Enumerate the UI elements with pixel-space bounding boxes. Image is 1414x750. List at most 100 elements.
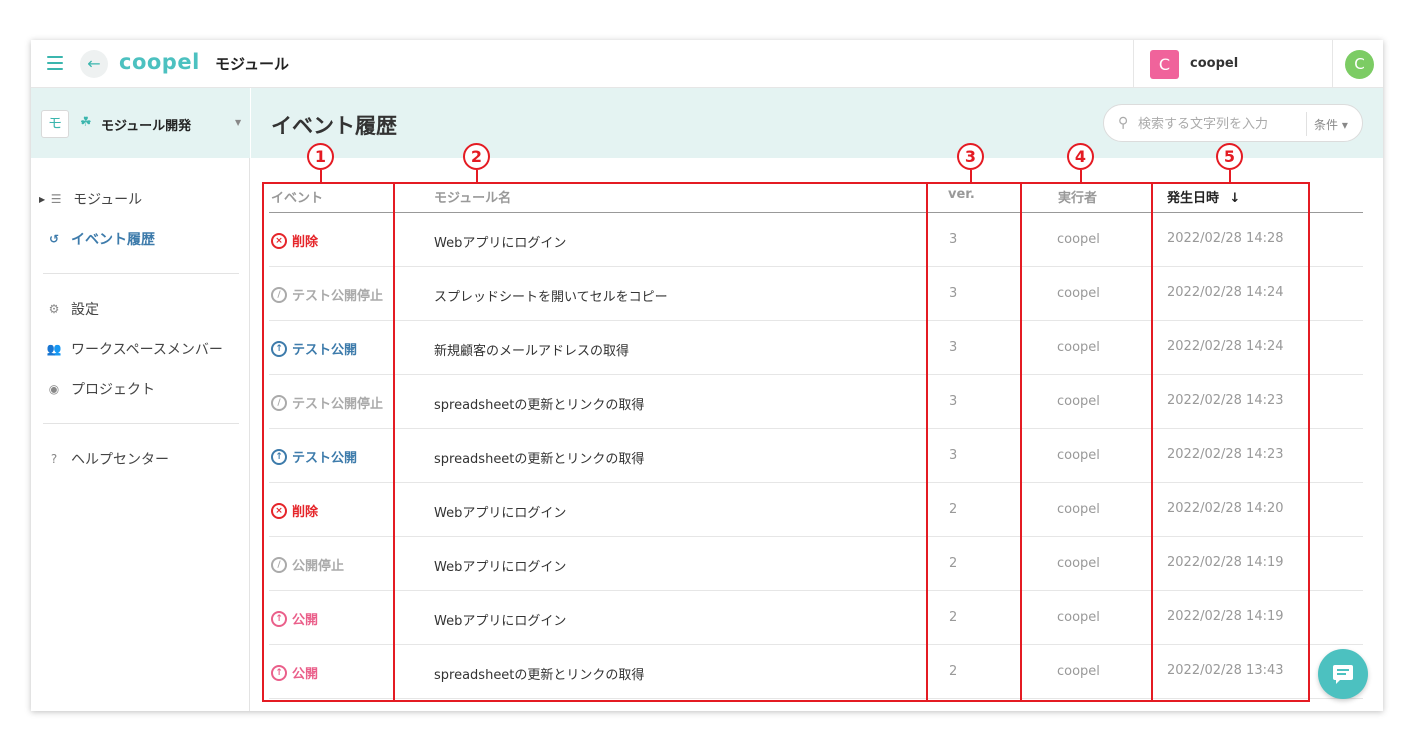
version-cell: 2 bbox=[949, 502, 958, 517]
module-name-cell[interactable]: spreadsheetの更新とリンクの取得 bbox=[434, 448, 644, 467]
users-icon: 👥 bbox=[46, 342, 62, 356]
date-cell: 2022/02/28 13:43 bbox=[1167, 663, 1284, 678]
workspace-switcher[interactable]: C coopel bbox=[1133, 40, 1333, 88]
event-delete-icon: × bbox=[271, 232, 287, 249]
table-row[interactable]: / テスト公開停止 spreadsheetの更新とリンクの取得 3 coopel 2022… bbox=[269, 375, 1363, 429]
event-label: 公開停止 bbox=[292, 559, 345, 574]
event-cell: / テスト公開停止 bbox=[271, 285, 383, 304]
sidebar-item-settings[interactable]: ⚙ 設定 bbox=[43, 299, 99, 319]
module-name-cell[interactable]: spreadsheetの更新とリンクの取得 bbox=[434, 664, 644, 683]
sidebar-item-projects[interactable]: ◉ プロジェクト bbox=[43, 379, 155, 399]
condition-filter-button[interactable]: 条件 ▾ bbox=[1314, 116, 1348, 133]
runner-cell: coopel bbox=[1057, 394, 1100, 409]
app-logo[interactable]: coopel bbox=[119, 50, 200, 74]
table-row[interactable]: / テスト公開停止 スプレッドシートを開いてセルをコピー 3 coopel 2022/02… bbox=[269, 267, 1363, 321]
module-name-cell[interactable]: スプレッドシートを開いてセルをコピー bbox=[434, 286, 668, 305]
event-cell: ↑ テスト公開 bbox=[271, 447, 357, 466]
annotation-line bbox=[970, 170, 972, 183]
event-stop-icon: / bbox=[271, 556, 287, 573]
table-row[interactable]: / 公開停止 Webアプリにログイン 2 coopel 2022/02/28 14:19 bbox=[269, 537, 1363, 591]
help-icon: ? bbox=[50, 452, 58, 466]
sort-arrow-icon: ↓ bbox=[1229, 191, 1241, 206]
version-cell: 3 bbox=[949, 394, 958, 409]
sidebar-item-label: モジュール bbox=[73, 192, 143, 208]
sidebar-item-label: ヘルプセンター bbox=[71, 452, 169, 468]
table-row[interactable]: ↑ テスト公開 新規顧客のメールアドレスの取得 3 coopel 2022/02/28 1… bbox=[269, 321, 1363, 375]
table-row[interactable]: ↑ 公開 spreadsheetの更新とリンクの取得 2 coopel 2022/02/2… bbox=[269, 645, 1363, 699]
annotation-line bbox=[1080, 170, 1082, 183]
runner-cell: coopel bbox=[1057, 556, 1100, 571]
sidebar-item-module[interactable]: ▶ ☰ モジュール bbox=[39, 189, 142, 209]
event-label: テスト公開 bbox=[292, 451, 358, 466]
event-cell: / テスト公開停止 bbox=[271, 393, 383, 412]
runner-cell: coopel bbox=[1057, 610, 1100, 625]
date-cell: 2022/02/28 14:24 bbox=[1167, 339, 1284, 354]
version-cell: 2 bbox=[949, 556, 958, 571]
date-cell: 2022/02/28 14:23 bbox=[1167, 393, 1284, 408]
event-stop-icon: / bbox=[271, 394, 287, 411]
event-cell: × 削除 bbox=[271, 501, 318, 520]
project-icon: ◉ bbox=[48, 382, 60, 396]
table-body: × 削除 Webアプリにログイン 3 coopel 2022/02/28 14:28 / テス… bbox=[269, 213, 1363, 699]
page-section-title: モジュール bbox=[215, 55, 289, 73]
event-testpub-icon: ↑ bbox=[271, 340, 287, 357]
column-header-date-label: 発生日時 bbox=[1167, 191, 1220, 206]
table-row[interactable]: ↑ テスト公開 spreadsheetの更新とリンクの取得 3 coopel 2022/0… bbox=[269, 429, 1363, 483]
module-name-cell[interactable]: Webアプリにログイン bbox=[434, 502, 566, 521]
gear-icon: ⚙ bbox=[48, 302, 60, 316]
sidebar-item-event-history[interactable]: ↺ イベント履歴 bbox=[43, 229, 155, 249]
version-cell: 3 bbox=[949, 232, 958, 247]
back-button[interactable]: ← bbox=[80, 50, 108, 78]
divider bbox=[43, 423, 239, 424]
module-name-cell[interactable]: spreadsheetの更新とリンクの取得 bbox=[434, 394, 644, 413]
column-header-ver: ver. bbox=[948, 187, 975, 202]
event-stop-icon: / bbox=[271, 286, 287, 303]
runner-cell: coopel bbox=[1057, 286, 1100, 301]
runner-cell: coopel bbox=[1057, 232, 1100, 247]
event-label: 削除 bbox=[292, 235, 319, 250]
search-input[interactable] bbox=[1138, 114, 1304, 134]
annotation-number-5: 5 bbox=[1216, 143, 1243, 170]
column-header-date[interactable]: 発生日時 ↓ bbox=[1167, 187, 1240, 206]
table-row[interactable]: ↑ 公開 Webアプリにログイン 2 coopel 2022/02/28 14:19 bbox=[269, 591, 1363, 645]
project-icon: モ bbox=[41, 110, 69, 138]
project-name: モジュール開発 bbox=[101, 119, 192, 134]
annotation-number-4: 4 bbox=[1067, 143, 1094, 170]
event-label: テスト公開停止 bbox=[292, 397, 384, 412]
date-cell: 2022/02/28 14:28 bbox=[1167, 231, 1284, 246]
event-cell: / 公開停止 bbox=[271, 555, 344, 574]
event-pub-icon: ↑ bbox=[271, 610, 287, 627]
main-header: イベント履歴 ⚲ 条件 ▾ bbox=[251, 88, 1383, 158]
user-avatar[interactable]: C bbox=[1345, 50, 1374, 79]
column-header-event: イベント bbox=[271, 191, 324, 206]
annotation-number-3: 3 bbox=[957, 143, 984, 170]
sidebar-item-label: ワークスペースメンバー bbox=[71, 342, 223, 358]
module-name-cell[interactable]: Webアプリにログイン bbox=[434, 610, 566, 629]
date-cell: 2022/02/28 14:24 bbox=[1167, 285, 1284, 300]
module-name-cell[interactable]: Webアプリにログイン bbox=[434, 232, 566, 251]
sidebar-item-members[interactable]: 👥 ワークスペースメンバー bbox=[43, 339, 223, 359]
runner-cell: coopel bbox=[1057, 448, 1100, 463]
table-row[interactable]: × 削除 Webアプリにログイン 2 coopel 2022/02/28 14:20 bbox=[269, 483, 1363, 537]
divider bbox=[43, 273, 239, 274]
version-cell: 3 bbox=[949, 340, 958, 355]
sidebar-item-help[interactable]: ? ヘルプセンター bbox=[43, 449, 169, 469]
chat-support-button[interactable] bbox=[1318, 649, 1368, 699]
annotation-number-2: 2 bbox=[463, 143, 490, 170]
module-name-cell[interactable]: Webアプリにログイン bbox=[434, 556, 566, 575]
date-cell: 2022/02/28 14:23 bbox=[1167, 447, 1284, 462]
sidebar-item-label: 設定 bbox=[71, 302, 99, 318]
hamburger-menu-icon[interactable] bbox=[47, 56, 63, 70]
date-cell: 2022/02/28 14:19 bbox=[1167, 609, 1284, 624]
version-cell: 2 bbox=[949, 664, 958, 679]
sidebar: モ ☘ モジュール開発 ▼ ▶ ☰ モジュール ↺ イベント履歴 ⚙ 設定 👥 … bbox=[31, 88, 250, 711]
runner-cell: coopel bbox=[1057, 664, 1100, 679]
workspace-avatar: C bbox=[1150, 50, 1179, 79]
event-label: 削除 bbox=[292, 505, 319, 520]
module-name-cell[interactable]: 新規顧客のメールアドレスの取得 bbox=[434, 340, 629, 359]
table-row[interactable]: × 削除 Webアプリにログイン 3 coopel 2022/02/28 14:28 bbox=[269, 213, 1363, 267]
runner-cell: coopel bbox=[1057, 340, 1100, 355]
project-selector[interactable]: モ ☘ モジュール開発 ▼ bbox=[31, 88, 250, 158]
event-cell: ↑ テスト公開 bbox=[271, 339, 357, 358]
server-icon: ☰ bbox=[50, 192, 62, 206]
